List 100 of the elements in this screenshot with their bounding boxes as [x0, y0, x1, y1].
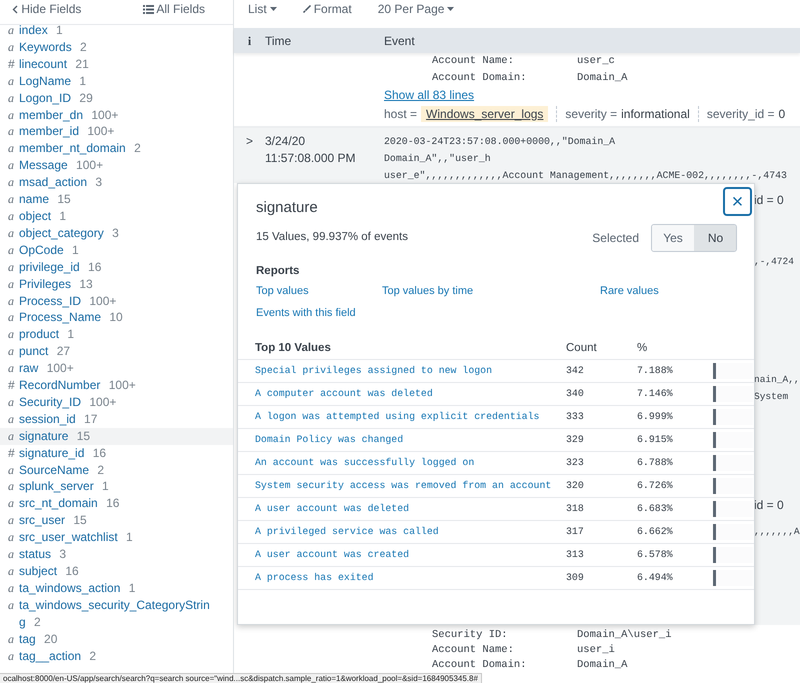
field-entry[interactable]: ta_windows_action 1: [19, 580, 136, 597]
field-entry[interactable]: name 15: [19, 191, 71, 208]
field-row[interactable]: a ta_windows_security_CategoryString 2: [0, 596, 233, 631]
field-entry[interactable]: Privileges 13: [19, 276, 93, 292]
value-link[interactable]: Domain Policy was changed: [255, 432, 554, 448]
report-link[interactable]: Rare values: [600, 285, 659, 297]
field-entry[interactable]: tag__action 2: [19, 648, 96, 664]
field-row[interactable]: a tag 20: [0, 630, 233, 648]
field-row[interactable]: a member_nt_domain 2: [0, 140, 233, 158]
field-row[interactable]: a status 3: [0, 546, 233, 563]
field-entry[interactable]: src_nt_domain 16: [19, 495, 120, 512]
field-entry[interactable]: session_id 17: [19, 410, 98, 428]
report-link[interactable]: Top values: [256, 285, 309, 297]
value-link[interactable]: A logon was attempted using explicit credentials: [255, 409, 554, 426]
field-row[interactable]: a msad_action 3: [0, 174, 233, 192]
field-row[interactable]: a Process_ID 100+: [0, 292, 233, 310]
field-entry[interactable]: member_nt_domain 2: [19, 140, 141, 158]
field-entry[interactable]: Message 100+: [19, 157, 104, 174]
field-value[interactable]: informational: [621, 106, 690, 122]
field-row[interactable]: a member_dn 100+: [0, 106, 233, 124]
field-entry[interactable]: signature 15: [19, 428, 90, 445]
field-row[interactable]: a privilege_id 16: [0, 258, 233, 276]
field-entry[interactable]: Keywords 2: [19, 38, 87, 56]
field-entry[interactable]: index 1: [19, 22, 63, 39]
field-row[interactable]: a Keywords 2: [0, 38, 233, 56]
hide-fields-button[interactable]: Hide Fields: [12, 1, 82, 17]
field-row[interactable]: a member_id 100+: [0, 123, 233, 140]
field-row[interactable]: a subject 16: [0, 563, 233, 580]
field-row[interactable]: a Process_Name 10: [0, 309, 233, 326]
field-row[interactable]: a tag__action 2: [0, 648, 233, 664]
field-row[interactable]: a name 15: [0, 191, 233, 208]
field-entry[interactable]: product 1: [19, 326, 74, 344]
report-link[interactable]: Events with this field: [256, 307, 356, 319]
field-row[interactable]: a splunk_server 1: [0, 478, 233, 496]
value-link[interactable]: A user account was created: [255, 547, 554, 564]
field-entry[interactable]: LogName 1: [19, 72, 86, 90]
report-link[interactable]: Top values by time: [382, 285, 474, 297]
field-entry[interactable]: Security_ID 100+: [19, 394, 116, 411]
dropdown-button[interactable]: 20 Per Page: [378, 1, 454, 17]
value-link[interactable]: A process has exited: [255, 570, 554, 586]
field-row[interactable]: a signature 15: [0, 428, 233, 445]
value-link[interactable]: System security access was removed from an account: [255, 478, 554, 494]
close-button[interactable]: ×: [723, 187, 752, 216]
show-all-lines-link[interactable]: Show all 83 lines: [384, 86, 474, 104]
toggle-option[interactable]: Yes: [652, 225, 694, 251]
all-fields-button[interactable]: All Fields: [142, 1, 205, 17]
toggle-option[interactable]: No: [694, 225, 736, 251]
field-entry[interactable]: msad_action 3: [19, 174, 102, 192]
field-entry[interactable]: signature_id 16: [19, 444, 106, 462]
field-row[interactable]: a index 1: [0, 22, 233, 39]
field-entry[interactable]: src_user_watchlist 1: [19, 529, 133, 546]
field-entry[interactable]: member_dn 100+: [19, 106, 118, 124]
field-row[interactable]: a product 1: [0, 326, 233, 344]
field-row[interactable]: # linecount 21: [0, 56, 233, 73]
field-row[interactable]: # signature_id 16: [0, 444, 233, 462]
field-row[interactable]: a src_user 15: [0, 512, 233, 530]
field-value[interactable]: 0: [778, 106, 786, 122]
field-row[interactable]: a punct 27: [0, 343, 233, 360]
field-entry[interactable]: object 1: [19, 208, 66, 225]
field-entry[interactable]: member_id 100+: [19, 123, 114, 140]
field-row[interactable]: a src_user_watchlist 1: [0, 529, 233, 546]
field-entry[interactable]: Process_ID 100+: [19, 292, 116, 310]
field-entry[interactable]: RecordNumber 100+: [19, 377, 136, 394]
field-entry[interactable]: privilege_id 16: [19, 258, 102, 276]
value-link[interactable]: A computer account was deleted: [255, 386, 554, 402]
field-entry[interactable]: src_user 15: [19, 512, 87, 530]
field-entry[interactable]: OpCode 1: [19, 242, 79, 259]
field-entry[interactable]: ta_windows_security_CategoryString 2: [19, 596, 211, 631]
field-row[interactable]: # RecordNumber 100+: [0, 377, 233, 394]
field-entry[interactable]: subject 16: [19, 563, 79, 580]
field-entry[interactable]: tag 20: [19, 630, 58, 648]
field-row[interactable]: a object_category 3: [0, 224, 233, 242]
field-entry[interactable]: Logon_ID 29: [19, 90, 93, 107]
field-row[interactable]: a Message 100+: [0, 157, 233, 174]
field-entry[interactable]: SourceName 2: [19, 462, 104, 478]
dropdown-button[interactable]: List: [248, 1, 277, 17]
field-row[interactable]: a OpCode 1: [0, 242, 233, 259]
field-row[interactable]: a session_id 17: [0, 410, 233, 428]
field-row[interactable]: a LogName 1: [0, 72, 233, 90]
value-link[interactable]: A privileged service was called: [255, 524, 554, 540]
field-row[interactable]: a Privileges 13: [0, 276, 233, 292]
value-link[interactable]: Special privileges assigned to new logon: [255, 363, 554, 380]
field-entry[interactable]: splunk_server 1: [19, 478, 109, 496]
field-value[interactable]: Windows_server_logs: [421, 106, 548, 122]
field-entry[interactable]: raw 100+: [19, 360, 74, 378]
field-row[interactable]: a SourceName 2: [0, 462, 233, 478]
value-link[interactable]: An account was successfully logged on: [255, 455, 554, 472]
field-entry[interactable]: linecount 21: [19, 56, 89, 73]
field-row[interactable]: a raw 100+: [0, 360, 233, 378]
field-entry[interactable]: Process_Name 10: [19, 309, 123, 326]
field-row[interactable]: a Logon_ID 29: [0, 90, 233, 107]
field-row[interactable]: a ta_windows_action 1: [0, 580, 233, 597]
field-row[interactable]: a object 1: [0, 208, 233, 225]
expand-button[interactable]: >: [234, 133, 265, 149]
value-link[interactable]: A user account was deleted: [255, 501, 554, 518]
field-entry[interactable]: object_category 3: [19, 224, 119, 242]
field-row[interactable]: a Security_ID 100+: [0, 394, 233, 411]
field-row[interactable]: a src_nt_domain 16: [0, 495, 233, 512]
format-button[interactable]: Format: [302, 1, 352, 17]
field-entry[interactable]: status 3: [19, 546, 66, 563]
